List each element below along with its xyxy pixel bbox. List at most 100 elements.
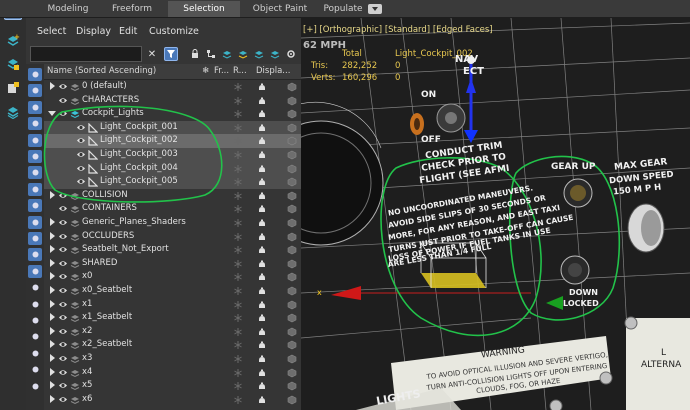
expand-arrow-icon[interactable]: [48, 313, 56, 322]
display-box-icon[interactable]: [287, 82, 297, 92]
freeze-snowflake-icon[interactable]: [233, 259, 243, 269]
display-box-icon[interactable]: [287, 259, 297, 269]
visibility-eye-icon[interactable]: [58, 109, 68, 118]
display-box-icon[interactable]: [287, 395, 297, 405]
visibility-eye-icon[interactable]: [58, 286, 68, 295]
search-input[interactable]: [30, 46, 142, 62]
light-row[interactable]: Light_Cockpit_001: [44, 120, 301, 135]
visibility-eye-icon[interactable]: [58, 218, 68, 227]
expand-arrow-icon[interactable]: [48, 340, 56, 349]
expand-arrow-icon[interactable]: [48, 299, 56, 309]
layer-row[interactable]: x4: [44, 366, 301, 380]
sync-selection-icon[interactable]: [28, 380, 42, 393]
layer-row[interactable]: Seatbelt_Not_Export: [44, 243, 301, 257]
freeze-snowflake-icon[interactable]: [233, 191, 243, 201]
display-box-icon[interactable]: [287, 123, 297, 133]
spacewarp-filter-icon[interactable]: [28, 150, 42, 163]
display-box-icon[interactable]: [287, 164, 297, 174]
freeze-snowflake-icon[interactable]: [233, 381, 243, 391]
visibility-eye-icon[interactable]: [58, 313, 68, 322]
freeze-snowflake-icon[interactable]: [233, 313, 243, 323]
freeze-snowflake-icon[interactable]: [233, 354, 243, 364]
visibility-eye-icon[interactable]: [58, 381, 68, 390]
renderable-teapot-icon[interactable]: [257, 313, 267, 323]
layer-row[interactable]: x1: [44, 298, 301, 312]
new-object-icon[interactable]: [4, 80, 22, 96]
freeze-snowflake-icon[interactable]: [233, 136, 243, 146]
frozen-filter-icon[interactable]: [28, 248, 42, 262]
visibility-eye-icon[interactable]: [76, 136, 86, 145]
freeze-snowflake-icon[interactable]: [233, 82, 243, 92]
freeze-snowflake-icon[interactable]: [233, 300, 243, 310]
layer-sort-icon[interactable]: [220, 47, 234, 61]
display-box-icon[interactable]: [287, 109, 297, 119]
display-box-icon[interactable]: [287, 286, 297, 296]
display-box-icon[interactable]: [287, 177, 297, 187]
freeze-snowflake-icon[interactable]: [233, 109, 243, 119]
layer-add-icon[interactable]: [236, 47, 250, 61]
bone-filter-icon[interactable]: [28, 199, 42, 213]
renderable-teapot-icon[interactable]: [257, 177, 267, 187]
freeze-snowflake-icon[interactable]: [233, 164, 243, 174]
menu-customize[interactable]: Customize: [149, 26, 199, 37]
renderable-teapot-icon[interactable]: [257, 368, 267, 378]
freeze-snowflake-icon[interactable]: [233, 96, 243, 106]
renderable-teapot-icon[interactable]: [257, 300, 267, 310]
layer-row[interactable]: Cockpit_Lights: [44, 107, 301, 121]
visibility-eye-icon[interactable]: [58, 96, 68, 105]
expand-arrow-icon[interactable]: [48, 354, 56, 363]
renderable-teapot-icon[interactable]: [257, 327, 267, 337]
renderable-teapot-icon[interactable]: [257, 232, 267, 242]
layer-row[interactable]: SHARED: [44, 257, 301, 271]
display-box-icon[interactable]: [287, 136, 297, 146]
find-case-icon[interactable]: [28, 330, 42, 343]
expand-arrow-icon[interactable]: [48, 272, 56, 281]
layer-row[interactable]: x3: [44, 352, 301, 366]
helper-filter-icon[interactable]: [28, 133, 42, 147]
light-filter-icon[interactable]: [28, 100, 42, 114]
freeze-snowflake-icon[interactable]: [233, 286, 243, 296]
display-box-icon[interactable]: [287, 340, 297, 350]
tab-populate[interactable]: Populate: [320, 1, 366, 17]
layer-row[interactable]: x6: [44, 393, 301, 407]
expand-arrow-icon[interactable]: [48, 367, 56, 377]
visibility-eye-icon[interactable]: [58, 354, 68, 363]
layer-options-icon[interactable]: [268, 47, 282, 61]
expand-arrow-icon[interactable]: [48, 286, 56, 295]
display-box-icon[interactable]: [287, 218, 297, 228]
layer-highlight-icon[interactable]: [252, 47, 266, 61]
renderable-teapot-icon[interactable]: [257, 136, 267, 146]
display-box-icon[interactable]: [287, 245, 297, 255]
renderable-teapot-icon[interactable]: [257, 204, 267, 214]
freeze-snowflake-icon[interactable]: [233, 327, 243, 337]
expand-arrow-icon[interactable]: [48, 381, 56, 390]
expand-arrow-icon[interactable]: [48, 326, 56, 336]
renderable-teapot-icon[interactable]: [257, 191, 267, 201]
column-render[interactable]: R...: [233, 66, 247, 76]
freeze-snowflake-icon[interactable]: [233, 150, 243, 160]
visibility-eye-icon[interactable]: [58, 340, 68, 349]
display-all-icon[interactable]: [28, 281, 42, 294]
visibility-eye-icon[interactable]: [58, 259, 68, 268]
layer-row[interactable]: x0: [44, 270, 301, 284]
light-row[interactable]: Light_Cockpit_004: [44, 161, 301, 176]
renderable-teapot-icon[interactable]: [257, 123, 267, 133]
viewport[interactable]: [+] [Orthographic] [Standard] [Edged Fac…: [301, 18, 690, 410]
layer-row[interactable]: x2_Seatbelt: [44, 338, 301, 352]
layer-row[interactable]: Generic_Planes_Shaders: [44, 216, 301, 230]
renderable-teapot-icon[interactable]: [257, 150, 267, 160]
menu-edit[interactable]: Edit: [119, 26, 137, 37]
renderable-teapot-icon[interactable]: [257, 340, 267, 350]
collapse-arrow-icon[interactable]: [48, 109, 56, 118]
display-box-icon[interactable]: [287, 354, 297, 364]
expand-arrow-icon[interactable]: [48, 231, 56, 241]
light-row[interactable]: Light_Cockpit_003: [44, 148, 301, 162]
freeze-snowflake-icon[interactable]: [233, 232, 243, 242]
column-display[interactable]: Displa...: [256, 66, 290, 76]
layer-row[interactable]: x2: [44, 325, 301, 339]
wildcard-icon[interactable]: [28, 347, 42, 360]
display-box-icon[interactable]: [287, 327, 297, 337]
freeze-snowflake-icon[interactable]: [233, 123, 243, 133]
display-box-icon[interactable]: [287, 191, 297, 201]
layer-row[interactable]: CONTAINERS: [44, 202, 301, 216]
